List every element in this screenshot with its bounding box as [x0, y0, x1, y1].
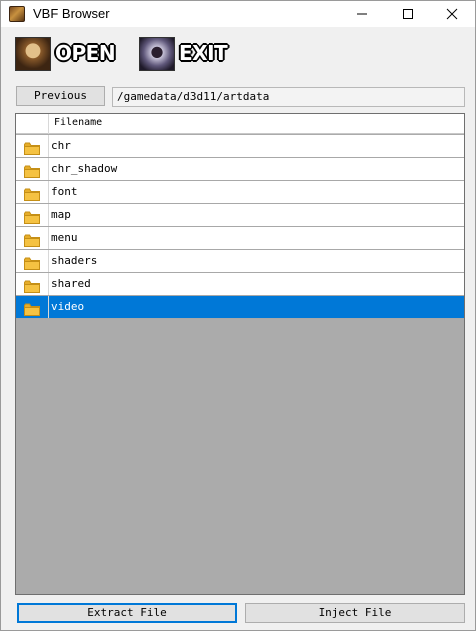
folder-icon: [24, 140, 40, 155]
icon-cell: [16, 135, 49, 157]
filename-cell: shaders: [51, 254, 98, 267]
open-label: OPEN: [55, 41, 116, 65]
filename-cell: shared: [51, 277, 91, 290]
list-item[interactable]: map: [16, 204, 464, 227]
list-item[interactable]: shaders: [16, 250, 464, 273]
maximize-icon: [403, 9, 413, 19]
icon-cell: [16, 227, 49, 249]
filename-cell: map: [51, 208, 71, 221]
icon-cell: [16, 273, 49, 295]
vbf-browser-window: VBF Browser OPEN EXIT Previous /gamedata…: [0, 0, 476, 631]
maximize-button[interactable]: [385, 1, 431, 27]
exit-label: EXIT: [179, 41, 228, 65]
icon-cell: [16, 250, 49, 272]
folder-icon: [24, 232, 40, 247]
folder-icon: [24, 301, 40, 316]
list-item[interactable]: chr_shadow: [16, 158, 464, 181]
icon-column-header: [16, 114, 49, 134]
icon-cell: [16, 181, 49, 203]
open-portrait-icon: [15, 37, 51, 71]
exit-portrait-icon: [139, 37, 175, 71]
folder-icon: [24, 163, 40, 178]
folder-icon: [24, 186, 40, 201]
folder-icon: [24, 255, 40, 270]
window-title: VBF Browser: [33, 6, 110, 21]
title-bar[interactable]: VBF Browser: [1, 1, 475, 27]
icon-cell: [16, 204, 49, 226]
filename-cell: menu: [51, 231, 78, 244]
inject-file-button[interactable]: Inject File: [245, 603, 465, 623]
list-item[interactable]: menu: [16, 227, 464, 250]
icon-cell: [16, 158, 49, 180]
path-field[interactable]: /gamedata/d3d11/artdata: [112, 87, 465, 107]
filename-cell: chr: [51, 139, 71, 152]
filename-cell: chr_shadow: [51, 162, 118, 175]
filename-cell: font: [51, 185, 78, 198]
folder-icon: [24, 209, 40, 224]
list-item[interactable]: chr: [16, 135, 464, 158]
file-list[interactable]: Filename chr chr_shadowfont map menu shaders…: [15, 113, 465, 595]
list-item[interactable]: video: [16, 296, 464, 319]
close-icon: [446, 8, 458, 20]
app-icon: [9, 6, 25, 22]
minimize-button[interactable]: [339, 1, 385, 27]
icon-cell: [16, 296, 49, 318]
filename-column-header[interactable]: Filename: [54, 117, 102, 128]
open-button[interactable]: OPEN: [15, 37, 116, 73]
folder-icon: [24, 278, 40, 293]
close-button[interactable]: [429, 1, 475, 27]
previous-button[interactable]: Previous: [16, 86, 105, 106]
list-item[interactable]: shared: [16, 273, 464, 296]
list-item[interactable]: font: [16, 181, 464, 204]
exit-button[interactable]: EXIT: [139, 37, 239, 73]
minimize-icon: [357, 13, 367, 15]
extract-file-button[interactable]: Extract File: [17, 603, 237, 623]
list-header: Filename: [16, 114, 464, 134]
filename-cell: video: [51, 300, 85, 313]
